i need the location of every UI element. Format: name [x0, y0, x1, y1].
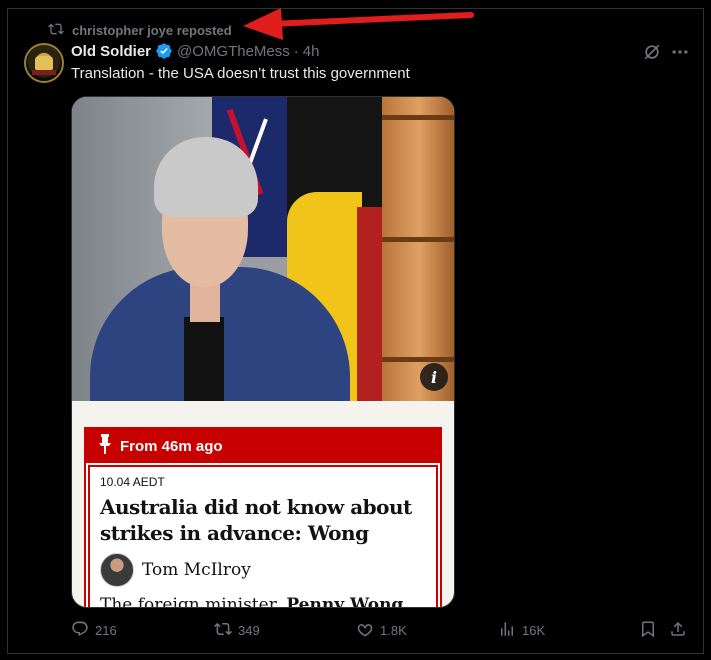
- display-name[interactable]: Old Soldier: [71, 43, 151, 60]
- card-banner-label: From 46m ago: [120, 437, 223, 455]
- views-button[interactable]: 16K: [498, 620, 545, 641]
- media-image[interactable]: i From 46m ago 10.04 AEDT Australia did …: [71, 96, 455, 608]
- news-photo: i: [72, 97, 454, 401]
- repost-label: christopher joye reposted: [72, 22, 232, 38]
- share-button[interactable]: [669, 620, 693, 641]
- views-icon: [498, 620, 522, 641]
- card-banner: From 46m ago: [86, 429, 440, 463]
- repost-icon: [48, 21, 72, 40]
- card-body: 10.04 AEDT Australia did not know about …: [88, 465, 438, 608]
- reply-count: 216: [95, 623, 117, 638]
- repost-button[interactable]: 349: [214, 620, 260, 641]
- more-icon[interactable]: [670, 42, 690, 67]
- avatar[interactable]: [24, 43, 64, 83]
- like-count: 1.8K: [380, 623, 407, 638]
- tweet-text: Translation - the USA doesn’t trust this…: [71, 65, 410, 82]
- repost-icon: [214, 620, 238, 641]
- author-photo: [100, 553, 134, 587]
- action-bar: 216 349 1.8K 16K: [71, 620, 691, 642]
- bookmark-icon: [639, 620, 663, 641]
- card-body-start: The foreign minister,: [100, 595, 281, 608]
- grok-icon[interactable]: [642, 42, 662, 67]
- card-headline: Australia did not know about strikes in …: [100, 495, 412, 545]
- reply-button[interactable]: 216: [71, 620, 117, 641]
- repost-count: 349: [238, 623, 260, 638]
- pin-icon: [98, 434, 120, 458]
- card-body-text: The foreign minister, Penny Wong: [100, 595, 404, 608]
- verified-badge-icon: [155, 42, 173, 60]
- bookmark-button[interactable]: [639, 620, 663, 641]
- annotation-arrow: [243, 8, 474, 40]
- info-icon[interactable]: i: [420, 363, 448, 391]
- news-card: From 46m ago 10.04 AEDT Australia did no…: [84, 427, 442, 608]
- share-icon: [669, 620, 693, 641]
- card-body-bold: Penny Wong: [286, 595, 404, 608]
- card-timestamp: 10.04 AEDT: [100, 475, 165, 489]
- divider: [7, 653, 704, 654]
- repost-indicator[interactable]: christopher joye reposted: [48, 21, 232, 39]
- handle[interactable]: @OMGTheMess: [177, 43, 290, 60]
- like-button[interactable]: 1.8K: [356, 620, 407, 641]
- reply-icon: [71, 620, 95, 641]
- author-name: Tom McIlroy: [142, 560, 251, 580]
- tweet-header: Old Soldier @OMGTheMess · 4h: [71, 41, 319, 61]
- like-icon: [356, 620, 380, 641]
- timestamp[interactable]: 4h: [303, 43, 320, 60]
- separator: ·: [293, 42, 299, 60]
- card-author: Tom McIlroy: [100, 553, 251, 587]
- views-count: 16K: [522, 623, 546, 638]
